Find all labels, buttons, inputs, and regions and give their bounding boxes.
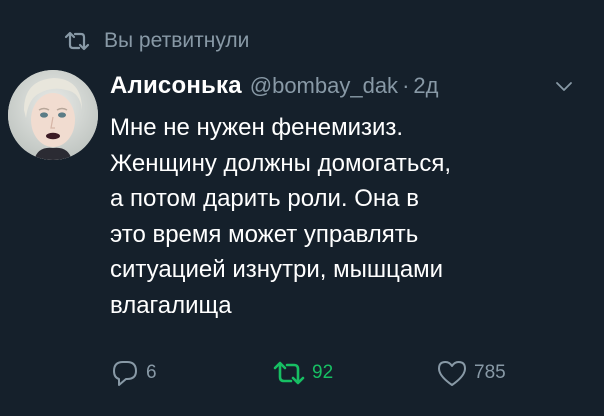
separator-dot: · <box>402 73 410 98</box>
retweet-icon <box>64 30 90 52</box>
like-button[interactable]: 785 <box>436 355 506 391</box>
tweet-text-line: ситуацией изнутри, мышцами <box>110 256 444 284</box>
reply-button[interactable]: 6 <box>110 355 157 391</box>
tweet-text-line: влагалища <box>110 291 232 319</box>
heart-icon <box>438 361 466 386</box>
retweet-context: Вы ретвитнули <box>64 26 249 56</box>
timestamp[interactable]: 2д <box>413 73 438 99</box>
tweet-actions: 6 92 785 <box>110 355 580 395</box>
reply-count: 6 <box>146 362 157 383</box>
tweet-text: Мне не нужен фенемизиз. Женщину должны д… <box>110 110 580 324</box>
tweet-text-line: Мне не нужен фенемизиз. <box>110 114 404 141</box>
avatar[interactable] <box>8 70 98 160</box>
tweet-text-line: а потом дарить роли. Она в <box>110 185 419 213</box>
tweet-text-line: это время может управлять <box>110 220 419 248</box>
display-name[interactable]: Алисонька <box>110 72 242 100</box>
avatar-image <box>8 70 98 160</box>
retweet-icon <box>273 361 305 385</box>
tweet-card[interactable]: Вы ретвитнули Алисонька @bombay_dak · 2д… <box>0 0 604 416</box>
username-handle[interactable]: @bombay_dak <box>250 73 398 99</box>
tweet-text-line: Женщину должны домогаться, <box>110 149 452 177</box>
like-count: 785 <box>474 362 506 383</box>
retweet-count: 92 <box>312 362 334 383</box>
chevron-down-icon[interactable] <box>554 76 574 96</box>
reply-icon <box>113 361 137 386</box>
retweet-context-label: Вы ретвитнули <box>104 29 250 52</box>
retweet-button[interactable]: 92 <box>272 355 333 391</box>
tweet-header: Алисонька @bombay_dak · 2д <box>110 68 574 104</box>
